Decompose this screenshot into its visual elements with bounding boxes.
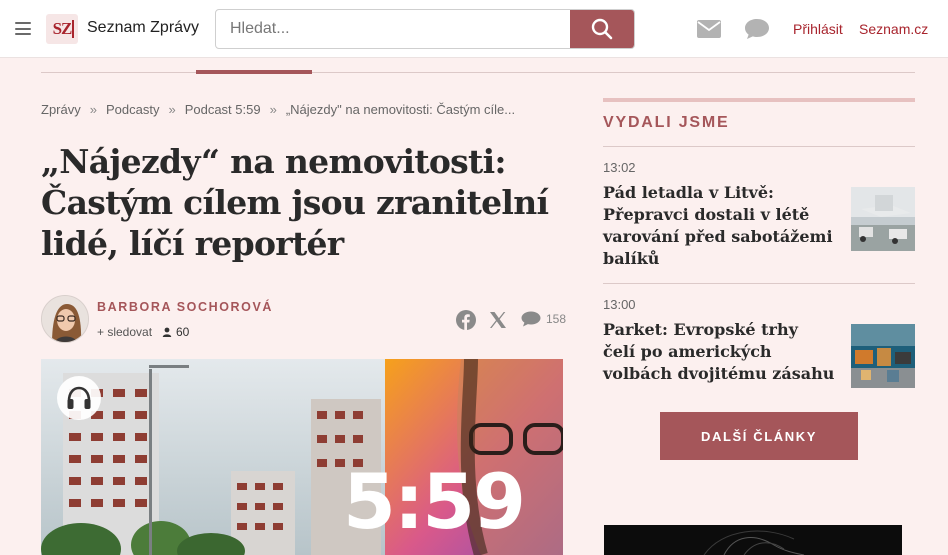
sidebar-item-time: 13:00	[603, 297, 636, 312]
mail-icon[interactable]	[697, 20, 721, 38]
headphones-icon	[67, 386, 91, 409]
seznam-link[interactable]: Seznam.cz	[859, 21, 928, 37]
ad-pattern	[604, 525, 902, 555]
chat-icon[interactable]	[744, 18, 770, 40]
headline-line: „Nájezdy“ na nemovitosti:	[41, 142, 507, 181]
sidebar-title: VYDALI JSME	[603, 114, 730, 131]
search-icon	[591, 18, 613, 40]
search-button[interactable]	[570, 10, 634, 48]
breadcrumb-item[interactable]: Zprávy	[41, 102, 81, 117]
search-input[interactable]	[216, 10, 572, 48]
more-articles-button[interactable]: DALŠÍ ČLÁNKY	[660, 412, 858, 460]
comments-count: 158	[546, 312, 567, 326]
sidebar-item-time: 13:02	[603, 160, 636, 175]
person-icon	[162, 327, 172, 337]
sidebar-divider	[603, 283, 915, 284]
factory-thumbnail	[851, 324, 915, 388]
author-name[interactable]: BARBORA SOCHOROVÁ	[97, 300, 273, 314]
facebook-icon[interactable]	[456, 310, 476, 330]
breadcrumb-separator: »	[89, 102, 97, 117]
followers-count: 60	[162, 325, 189, 339]
plane-crash-thumbnail	[851, 187, 915, 251]
x-icon[interactable]	[489, 311, 507, 329]
article-headline: „Nájezdy“ na nemovitosti: Častým cílem j…	[41, 141, 571, 264]
sidebar-divider	[603, 146, 915, 147]
followers-number: 60	[176, 325, 190, 339]
hamburger-icon[interactable]	[15, 22, 31, 35]
nav-divider	[41, 72, 915, 73]
author-portrait	[42, 296, 88, 342]
sidebar-top-bar	[603, 98, 915, 102]
breadcrumb-current: „Nájezdy" na nemovitosti: Častým cíle...	[285, 102, 516, 117]
follow-button[interactable]: + sledovat	[97, 325, 152, 339]
logo-text[interactable]: Seznam Zprávy	[87, 19, 199, 37]
login-link[interactable]: Přihlásit	[793, 21, 843, 37]
breadcrumb-item[interactable]: Podcast 5:59	[185, 102, 261, 117]
hero-image[interactable]: 5:59	[41, 359, 563, 555]
breadcrumb-separator: »	[168, 102, 176, 117]
ad-banner[interactable]	[604, 525, 902, 555]
logo-icon[interactable]: SZ	[46, 14, 78, 44]
logo-mark: SZ	[52, 19, 73, 38]
sidebar-item-headline[interactable]: Parket: Evropské trhy čelí po amerických…	[603, 319, 835, 385]
breadcrumb-item[interactable]: Podcasty	[106, 102, 159, 117]
nav-active-indicator	[196, 70, 312, 74]
headline-line: Častým cílem jsou zranitelní	[41, 183, 549, 222]
sidebar-item-headline[interactable]: Pád letadla v Litvě: Přepravci dostali v…	[603, 182, 835, 270]
search-bar	[215, 9, 635, 49]
breadcrumb: Zprávy » Podcasty » Podcast 5:59 » „Náje…	[41, 102, 515, 117]
headline-line: lidé, líčí reportér	[41, 224, 344, 263]
comment-icon	[521, 311, 541, 327]
play-button[interactable]	[57, 376, 101, 420]
podcast-brand-text: 5:59	[343, 457, 526, 546]
comments-link[interactable]: 158	[521, 311, 566, 327]
author-avatar[interactable]	[41, 295, 89, 343]
breadcrumb-separator: »	[269, 102, 277, 117]
sidebar-item-thumbnail[interactable]	[851, 324, 915, 388]
top-header: SZ Seznam Zprávy Přihlásit Seznam.cz	[0, 0, 948, 58]
sidebar-item-thumbnail[interactable]	[851, 187, 915, 251]
